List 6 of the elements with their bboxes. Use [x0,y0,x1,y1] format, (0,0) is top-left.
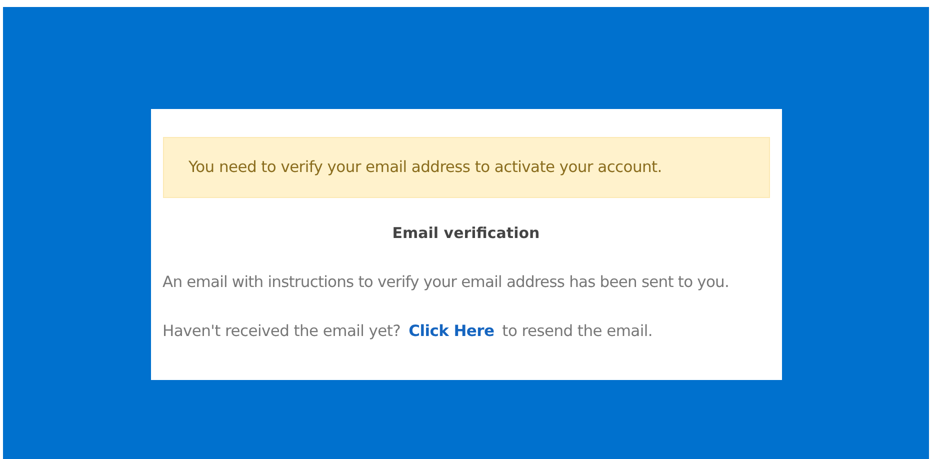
resend-suffix: to resend the email. [502,320,652,342]
resend-link[interactable]: Click Here [408,320,494,343]
message-text: An email with instructions to verify your email address has been sent to you. [162,272,730,292]
card-heading: Email verification [391,223,541,244]
alert-text: You need to verify your email address to activate your account. [188,156,662,178]
resend-prompt: Haven't received the email yet? [162,320,401,342]
